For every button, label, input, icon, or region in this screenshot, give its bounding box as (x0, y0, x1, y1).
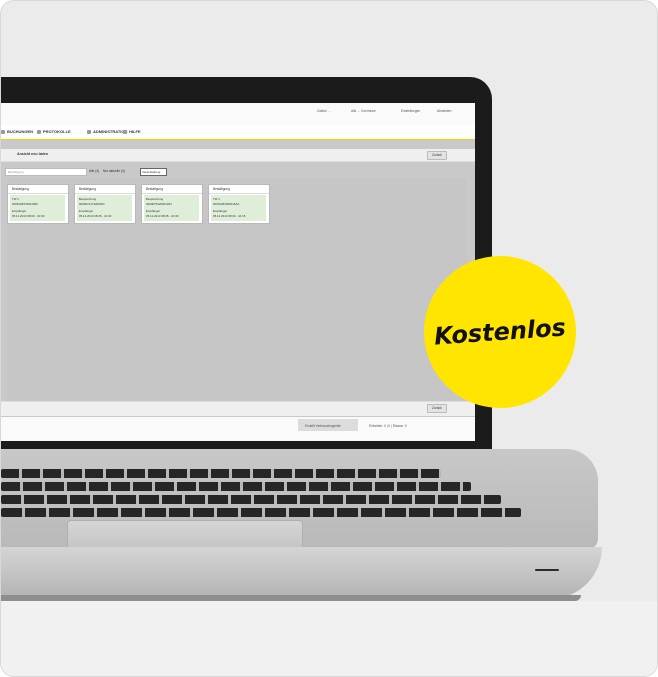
header-item-recent[interactable]: Zuletzt … (317, 109, 331, 113)
card-line: Besprechung (146, 197, 164, 201)
card-body: Besprechung 0000075420001034 Empfänger 0… (144, 195, 199, 221)
app-header: Zuletzt … Alle … Kommune Einstellungen A… (1, 103, 475, 126)
toolbar: Ansicht neu laden Zurück (1, 149, 475, 162)
card-title: Bestätigung (8, 185, 68, 194)
card-line: 05.12.2013 08:45 - 10:30 (146, 214, 179, 218)
card-title: Bestätigung (209, 185, 269, 194)
card-line: 0000128400001FAA (213, 202, 240, 206)
keyboard-row (1, 508, 521, 517)
status-right: Einheiten: 0 | 0 | Räume: 0 (369, 424, 407, 428)
status-led (535, 569, 559, 571)
card-line: Empfänger (213, 209, 228, 213)
tab-bookings-label: BUCHUNGEN (7, 129, 33, 134)
card-title: Bestätigung (75, 185, 135, 194)
booking-card[interactable]: Bestätigung TW 1 0000128379001900 Empfän… (7, 184, 69, 224)
card-line: 0000074174200201 (79, 202, 105, 206)
card-line: 05.12.2013 08:30 - 10:15 (213, 214, 246, 218)
free-badge: Kostenlos (424, 256, 576, 408)
keyboard-row (1, 495, 501, 504)
card-line: 0000075420001034 (146, 202, 172, 206)
tab-administration[interactable]: ADMINISTRATION (87, 129, 127, 134)
laptop-screen: Zuletzt … Alle … Kommune Einstellungen A… (1, 103, 475, 441)
calendar-icon (1, 129, 5, 134)
card-line: TW 1 (213, 197, 220, 201)
bottom-back-button[interactable]: Zurück (427, 404, 447, 413)
card-line: 0000128379001900 (12, 202, 38, 206)
filter-bar: Bestätigung Alle (4) Nur aktuelle (4) Ve… (1, 166, 475, 176)
reload-view-button[interactable]: Ansicht neu laden (17, 152, 48, 156)
card-line: Empfänger (79, 209, 94, 213)
card-title: Bestätigung (142, 185, 202, 194)
count-filter[interactable]: Alle (4) (89, 169, 99, 173)
help-icon (123, 129, 127, 134)
header-item-settings[interactable]: Einstellungen (401, 109, 420, 113)
tab-help-label: HILFE (129, 129, 141, 134)
marketing-frame: Zuletzt … Alle … Kommune Einstellungen A… (0, 0, 658, 677)
keyboard-row (1, 482, 471, 491)
card-line: 05.12.2013 08:00 - 10:00 (12, 214, 45, 218)
laptop-base-shadow (1, 595, 581, 601)
free-badge-label: Kostenlos (433, 313, 567, 351)
booking-card[interactable]: Bestätigung Besprechung 0000074174200201… (74, 184, 136, 224)
card-body: Besprechung 0000074174200201 Empfänger 0… (77, 195, 132, 221)
tab-protocols[interactable]: PROTOKOLLE (37, 129, 71, 134)
tab-bookings[interactable]: BUCHUNGEN (1, 129, 33, 134)
card-body: TW 1 0000128400001FAA Empfänger 05.12.20… (211, 195, 266, 221)
document-icon (37, 129, 41, 134)
booking-card[interactable]: Bestätigung Besprechung 0000075420001034… (141, 184, 203, 224)
sort-select[interactable]: Veranstaltung (140, 168, 167, 176)
tab-help[interactable]: HILFE (123, 129, 141, 134)
main-nav: BUCHUNGEN PROTOKOLLE ADMINISTRATION HILF… (1, 125, 475, 140)
card-line: Empfänger (146, 209, 161, 213)
header-item-logout[interactable]: Abmelden (437, 109, 451, 113)
card-line: 05.12.2013 08:45 - 10:30 (79, 214, 112, 218)
card-body: TW 1 0000128379001900 Empfänger 05.12.20… (10, 195, 65, 221)
search-input[interactable]: Bestätigung (5, 168, 87, 176)
booking-card[interactable]: Bestätigung TW 1 0000128400001FAA Empfän… (208, 184, 270, 224)
bottom-toolbar: Zurück (1, 401, 475, 416)
keyboard-row (1, 469, 441, 478)
laptop-base-edge (1, 547, 602, 599)
status-bar: Erstellt Verbrauchsgeräte Einheiten: 0 |… (1, 417, 475, 441)
current-filter[interactable]: Nur aktuelle (4) (103, 169, 125, 173)
header-item-municipality[interactable]: Alle … Kommune (351, 109, 376, 113)
back-button[interactable]: Zurück (427, 151, 447, 160)
card-line: TW 1 (12, 197, 19, 201)
card-line: Empfänger (12, 209, 27, 213)
card-line: Besprechung (79, 197, 97, 201)
background-floor (1, 601, 657, 676)
tab-protocols-label: PROTOKOLLE (43, 129, 71, 134)
status-left: Erstellt Verbrauchsgeräte (305, 424, 341, 428)
users-icon (87, 129, 91, 134)
